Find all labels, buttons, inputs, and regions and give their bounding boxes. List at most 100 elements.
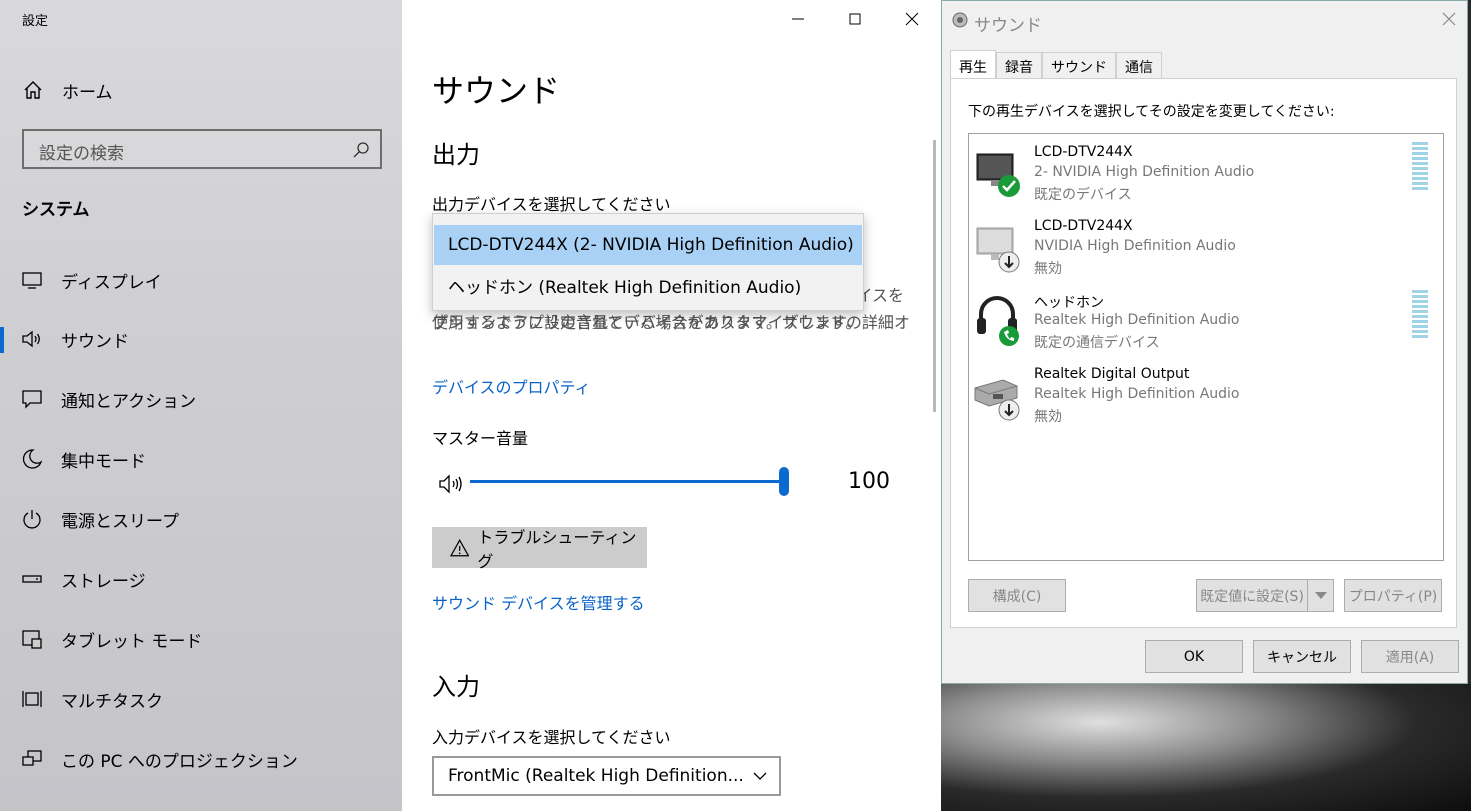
troubleshoot-label: トラブルシューティング [477,527,637,571]
section-title: システム [22,200,90,220]
device-driver: NVIDIA High Definition Audio [1034,238,1236,254]
input-device-value: FrontMic (Realtek High Definition... [448,766,744,786]
moon-icon [22,449,43,469]
notification-icon [22,390,42,409]
close-icon[interactable] [1441,11,1457,27]
main-scrollbar[interactable] [933,140,936,412]
desktop-wallpaper [941,684,1471,811]
nav-label: タブレット モード [61,631,203,652]
device-properties-link[interactable]: デバイスのプロパティ [432,374,591,398]
chevron-down-icon [753,772,767,780]
nav-label: この PC へのプロジェクション [61,751,298,772]
nav-item-notifications[interactable]: 通知とアクション [0,379,402,419]
monitor-disabled-icon [976,227,1020,273]
nav-label: マルチタスク [61,691,163,712]
device-driver: Realtek High Definition Audio [1034,312,1240,328]
warning-icon [450,538,470,556]
nav-label: 通知とアクション [61,391,197,412]
desc-line-3: プションでアプリの音量とデバイスをカスタマイズします。 [432,313,862,332]
master-volume-slider-track[interactable] [470,480,784,483]
ok-button[interactable]: OK [1145,640,1243,673]
projection-icon [22,750,42,766]
nav-item-display[interactable]: ディスプレイ [0,260,402,300]
tab-recording[interactable]: 録音 [996,52,1042,78]
dialog-title: サウンド [974,16,1042,36]
device-status: 既定のデバイス [1034,187,1132,203]
headphones-icon [977,296,1019,346]
troubleshoot-button[interactable]: トラブルシューティング [432,527,647,571]
configure-button[interactable]: 構成(C) [968,579,1066,612]
master-volume-value: 100 [848,469,890,494]
tab-communications[interactable]: 通信 [1116,52,1162,78]
digital-output-icon [974,379,1020,421]
multitask-icon [22,691,42,707]
settings-main: サウンド 出力 出力デバイスを選択してください イスを 使用するように設定されて… [402,0,941,811]
nav-item-focus[interactable]: 集中モード [0,439,402,479]
speaker-dialog-icon [952,12,968,28]
device-driver: Realtek High Definition Audio [1034,386,1240,402]
apply-button[interactable]: 適用(A) [1361,640,1459,673]
nav-label: 電源とスリープ [61,511,179,532]
volume-speaker-icon[interactable] [438,472,466,496]
search-icon[interactable] [352,141,370,159]
nav-label: 集中モード [61,451,146,472]
sound-dialog: サウンド 再生 録音 サウンド 通信 下の再生デバイスを選択してその設定を変更し… [941,0,1468,684]
master-volume-label: マスター音量 [432,429,529,448]
minimize-icon[interactable] [787,8,809,30]
nav-item-tablet[interactable]: タブレット モード [0,619,402,659]
device-name: Realtek Digital Output [1034,366,1190,382]
master-volume-slider-thumb[interactable] [779,467,789,496]
home-link[interactable]: ホーム [22,78,113,103]
nav-label: ディスプレイ [61,272,162,293]
device-item[interactable]: LCD-DTV244X 2- NVIDIA High Definition Au… [969,134,1443,208]
app-title: 設定 [22,14,49,29]
output-option-headphones[interactable]: ヘッドホン (Realtek High Definition Audio) [434,265,862,305]
close-icon[interactable] [901,8,923,30]
page-title: サウンド [432,72,561,110]
device-driver: 2- NVIDIA High Definition Audio [1034,164,1255,180]
home-label: ホーム [62,82,113,103]
storage-icon [22,575,42,583]
cancel-button[interactable]: キャンセル [1253,640,1351,673]
output-device-label: 出力デバイスを選択してください [432,195,671,214]
device-item[interactable]: LCD-DTV244X NVIDIA High Definition Audio… [969,208,1443,282]
manage-sound-devices-link[interactable]: サウンド デバイスを管理する [432,590,645,614]
nav-item-projection[interactable]: この PC へのプロジェクション [0,739,402,779]
maximize-icon[interactable] [844,8,866,30]
playback-panel: 下の再生デバイスを選択してその設定を変更してください: LCD-DTV244X … [950,78,1457,628]
input-heading: 入力 [432,673,480,701]
output-heading: 出力 [432,141,480,169]
input-device-label: 入力デバイスを選択してください [432,728,671,747]
dialog-tabs: 再生 録音 サウンド 通信 [950,50,1162,78]
tab-sounds[interactable]: サウンド [1042,52,1116,78]
level-meter [1412,142,1428,192]
device-name: LCD-DTV244X [1034,144,1133,160]
tab-playback[interactable]: 再生 [950,50,996,78]
speaker-icon [22,330,40,348]
input-device-select[interactable]: FrontMic (Realtek High Definition... [432,756,781,796]
device-status: 無効 [1034,261,1062,277]
device-name: ヘッドホン [1034,295,1104,311]
power-icon [23,510,41,529]
tablet-icon [22,630,42,649]
output-option-nvidia[interactable]: LCD-DTV244X (2- NVIDIA High Definition A… [434,225,862,265]
home-icon [24,81,42,99]
device-name: LCD-DTV244X [1034,218,1133,234]
output-device-dropdown[interactable]: LCD-DTV244X (2- NVIDIA High Definition A… [432,213,864,311]
device-status: 無効 [1034,409,1062,425]
device-status: 既定の通信デバイス [1034,335,1160,351]
level-meter [1412,290,1428,340]
nav-item-power[interactable]: 電源とスリープ [0,499,402,539]
device-item[interactable]: Realtek Digital Output Realtek High Defi… [969,356,1443,430]
nav-item-sound[interactable]: サウンド [0,319,402,359]
set-default-button[interactable]: 既定値に設定(S) [1196,579,1334,612]
nav-label: サウンド [61,331,129,352]
nav-item-storage[interactable]: ストレージ [0,559,402,599]
properties-button[interactable]: プロパティ(P) [1344,579,1442,612]
chevron-down-icon[interactable] [1307,580,1333,611]
monitor-icon [22,272,42,289]
settings-search-input[interactable]: 設定の検索 [22,129,382,169]
device-item[interactable]: ヘッドホン Realtek High Definition Audio 既定の通… [969,282,1443,356]
playback-device-list[interactable]: LCD-DTV244X 2- NVIDIA High Definition Au… [968,133,1444,561]
nav-item-multitask[interactable]: マルチタスク [0,679,402,719]
